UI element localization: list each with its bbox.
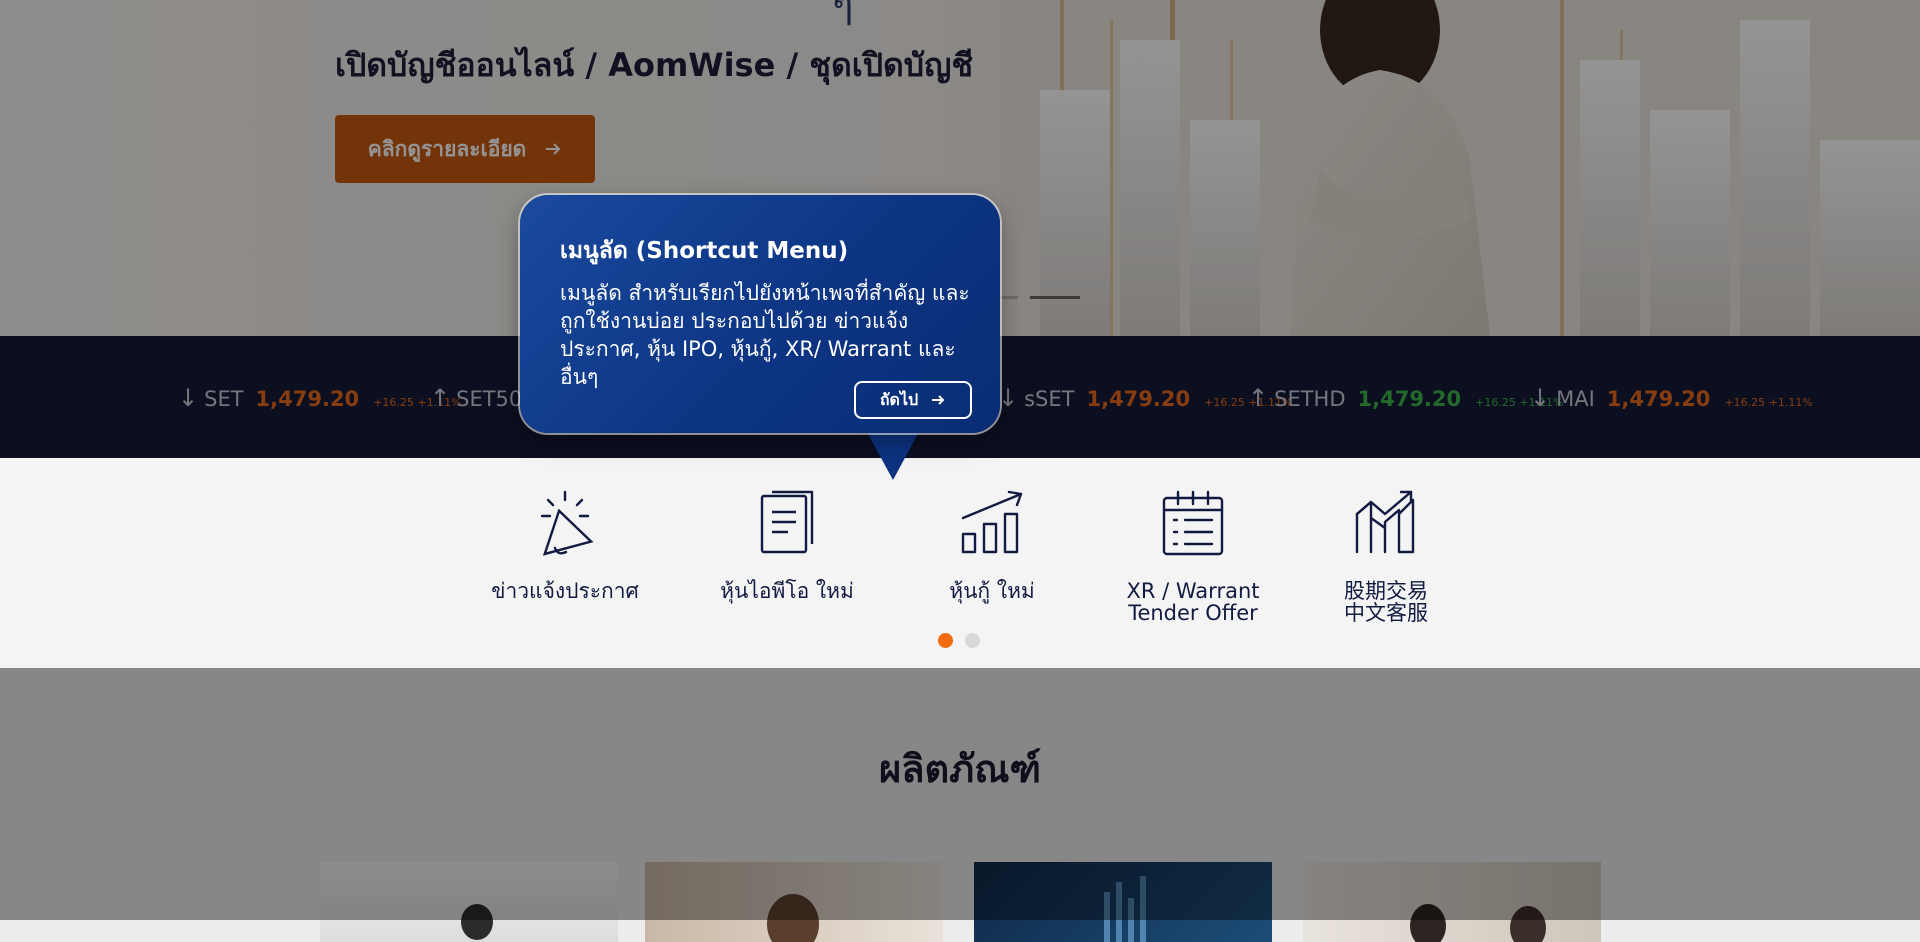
shortcut-pager[interactable]: [938, 633, 980, 648]
arrow-right-icon: [932, 395, 945, 405]
pager-dot[interactable]: [965, 633, 980, 648]
megaphone-icon: [540, 490, 594, 556]
document-icon: [760, 490, 814, 554]
trend-chart-icon: [1355, 490, 1415, 554]
shortcut-label: หุ้นกู้ ใหม่: [949, 579, 1035, 603]
shortcut-xr-warrant[interactable]: XR / Warrant Tender Offer: [1115, 488, 1271, 624]
calendar-list-icon: [1162, 490, 1224, 556]
next-button-label: ถัดไป: [879, 391, 919, 409]
shortcut-label: ข่าวแจ้งประกาศ: [491, 579, 639, 603]
shortcut-chinese-service[interactable]: 股期交易 中文客服: [1330, 488, 1442, 624]
tour-overlay-bottom: [0, 668, 1920, 920]
pager-dot-active[interactable]: [938, 633, 953, 648]
next-button[interactable]: ถัดไป: [854, 381, 972, 419]
shortcut-label: หุ้นไอพีโอ ใหม่: [720, 579, 854, 603]
shortcut-announcements[interactable]: ข่าวแจ้งประกาศ: [488, 488, 642, 602]
tooltip-pointer: [866, 430, 920, 480]
bar-chart-icon: [961, 490, 1023, 554]
shortcut-label: 股期交易 中文客服: [1344, 579, 1428, 625]
shortcut-label: XR / Warrant Tender Offer: [1126, 579, 1260, 625]
tour-tooltip: เมนูลัด (Shortcut Menu) เมนูลัด สำหรับเร…: [520, 195, 1000, 433]
shortcut-ipo[interactable]: หุ้นไอพีโอ ใหม่: [712, 488, 862, 602]
shortcut-menu: ข่าวแจ้งประกาศ หุ้นไอพีโอ ใหม่ หุ้นกู้ ใ…: [0, 458, 1920, 668]
tooltip-body: เมนูลัด สำหรับเรียกไปยังหน้าเพจที่สำคัญ …: [560, 281, 970, 389]
tooltip-title: เมนูลัด (Shortcut Menu): [560, 238, 849, 264]
shortcut-bonds[interactable]: หุ้นกู้ ใหม่: [930, 488, 1054, 602]
